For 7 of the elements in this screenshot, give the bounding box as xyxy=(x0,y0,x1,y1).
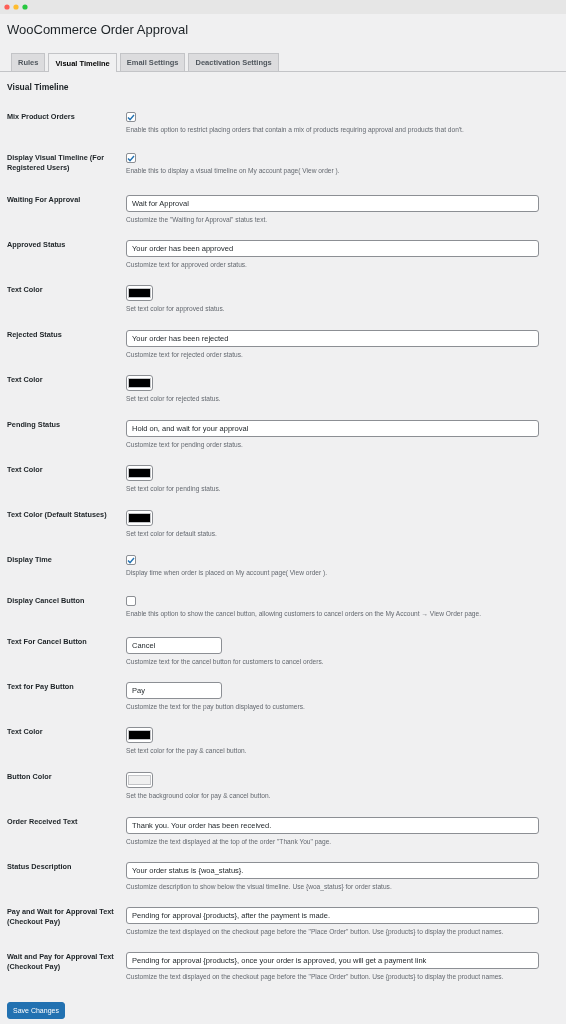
page-title: WooCommerce Order Approval xyxy=(6,21,190,39)
section-title: Visual Timeline xyxy=(6,81,70,94)
checkbox[interactable] xyxy=(126,596,136,606)
checkbox[interactable] xyxy=(126,153,136,163)
window-controls-icon[interactable] xyxy=(4,4,30,10)
checkbox[interactable] xyxy=(126,555,136,565)
checkbox[interactable] xyxy=(126,112,136,122)
